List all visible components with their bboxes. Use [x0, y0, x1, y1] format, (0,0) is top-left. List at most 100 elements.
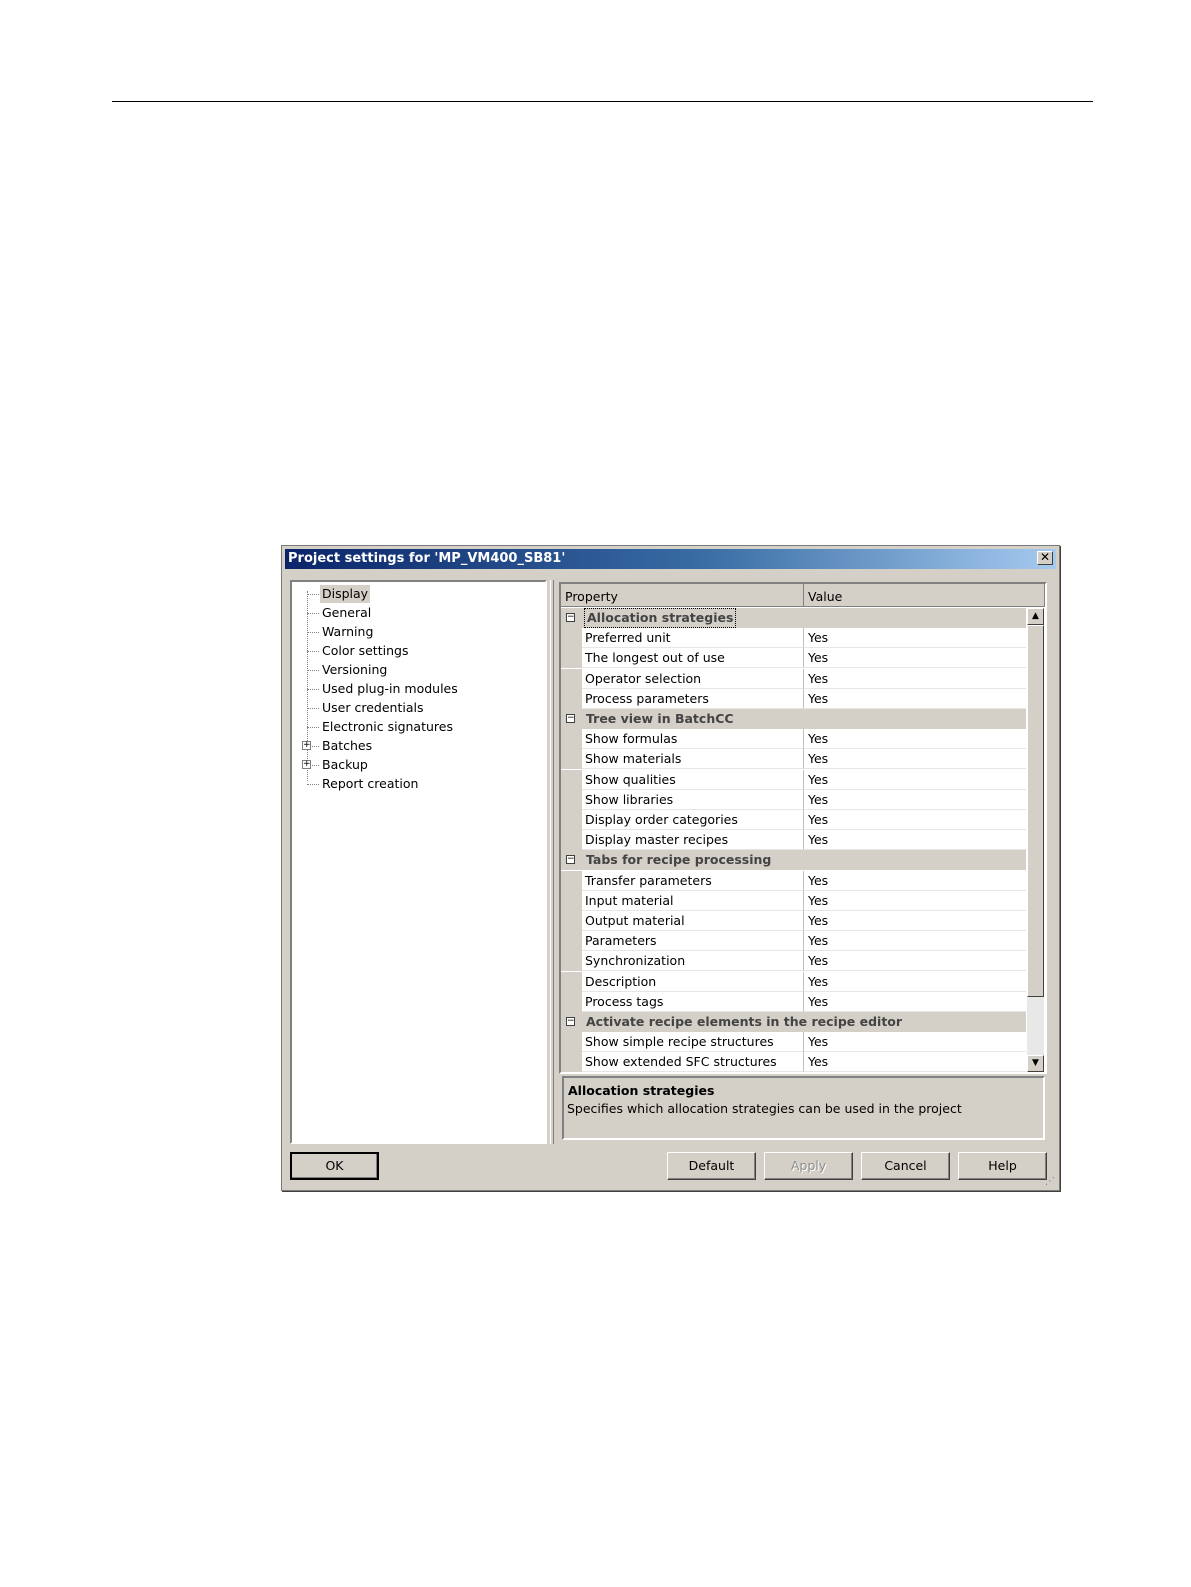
tree-item[interactable]: + Batches [292, 737, 542, 755]
settings-tree[interactable]: Display General Warning Color settings Versi… [290, 580, 547, 1144]
property-value[interactable]: Yes [804, 830, 1026, 851]
property-row[interactable]: Transfer parameters Yes [561, 870, 1026, 891]
property-row[interactable]: Operator selection Yes [561, 668, 1026, 689]
tree-item[interactable]: Display [292, 585, 542, 603]
property-value[interactable]: Yes [804, 1032, 1026, 1053]
tree-item[interactable]: + Backup [292, 756, 542, 774]
property-row[interactable]: Input material Yes [561, 890, 1026, 911]
column-header-value[interactable]: Value [804, 584, 1045, 607]
category-row[interactable]: − Allocation strategies [561, 608, 1026, 628]
project-settings-dialog: Project settings for 'MP_VM400_SB81' ✕ D… [281, 545, 1060, 1191]
row-gutter [561, 890, 582, 911]
property-name: The longest out of use [582, 648, 804, 669]
tree-item[interactable]: User credentials [292, 699, 542, 717]
property-row[interactable]: Show qualities Yes [561, 769, 1026, 790]
property-name: Transfer parameters [582, 870, 804, 891]
arrow-down-icon: ▼ [1032, 1058, 1039, 1068]
tree-item-label: Color settings [322, 643, 409, 658]
property-value[interactable]: Yes [804, 1052, 1026, 1072]
property-value[interactable]: Yes [804, 770, 1026, 790]
expand-plus-icon[interactable]: + [302, 760, 311, 769]
property-value[interactable]: Yes [804, 871, 1026, 891]
tree-item-label: Batches [322, 738, 373, 753]
property-value[interactable]: Yes [804, 669, 1026, 689]
property-row[interactable]: Preferred unit Yes [561, 628, 1026, 649]
tree-item[interactable]: Used plug-in modules [292, 680, 542, 698]
property-row[interactable]: Show simple recipe structures Yes [561, 1032, 1026, 1053]
tree-item[interactable]: Electronic signatures [292, 718, 542, 736]
property-row[interactable]: Show materials Yes [561, 749, 1026, 770]
ok-button[interactable]: OK [290, 1152, 379, 1180]
tree-item[interactable]: Report creation [292, 775, 542, 793]
expand-plus-icon[interactable]: + [302, 741, 311, 750]
help-button[interactable]: Help [958, 1152, 1047, 1180]
collapse-minus-icon[interactable]: − [566, 714, 575, 723]
property-grid[interactable]: Property Value − Allocation strategies Pre… [559, 582, 1047, 1074]
panel-splitter[interactable] [550, 580, 554, 1144]
scroll-thumb[interactable] [1027, 625, 1044, 997]
row-gutter [561, 951, 582, 972]
property-value[interactable]: Yes [804, 931, 1026, 952]
property-row[interactable]: Process parameters Yes [561, 688, 1026, 709]
tree-connector [307, 613, 319, 614]
property-value[interactable]: Yes [804, 689, 1026, 709]
collapse-minus-icon[interactable]: − [566, 1017, 575, 1026]
property-value[interactable]: Yes [804, 972, 1026, 992]
property-value[interactable]: Yes [804, 790, 1026, 810]
property-row[interactable]: The longest out of use Yes [561, 648, 1026, 669]
category-row[interactable]: − Activate recipe elements in the recipe … [561, 1012, 1026, 1032]
default-button[interactable]: Default [667, 1152, 756, 1180]
property-row[interactable]: Parameters Yes [561, 931, 1026, 952]
tree-item[interactable]: General [292, 604, 542, 622]
property-value[interactable]: Yes [804, 891, 1026, 911]
property-row[interactable]: Display master recipes Yes [561, 830, 1026, 851]
property-value[interactable]: Yes [804, 729, 1026, 750]
tree-connector [307, 651, 319, 652]
property-name: Display order categories [582, 810, 804, 830]
property-name: Preferred unit [582, 628, 804, 649]
tree-item[interactable]: Versioning [292, 661, 542, 679]
title-bar[interactable]: Project settings for 'MP_VM400_SB81' ✕ [285, 549, 1056, 569]
tree-item-label: Versioning [322, 662, 388, 677]
property-row[interactable]: Display order categories Yes [561, 810, 1026, 830]
tree-item-label: Electronic signatures [322, 719, 453, 734]
property-name: Description [582, 971, 804, 992]
property-row[interactable]: Show libraries Yes [561, 789, 1026, 810]
property-value[interactable]: Yes [804, 911, 1026, 931]
property-row[interactable]: Description Yes [561, 971, 1026, 992]
category-row[interactable]: − Tree view in BatchCC [561, 709, 1026, 729]
row-gutter [561, 729, 582, 750]
property-row[interactable]: Synchronization Yes [561, 951, 1026, 972]
tree-connector [307, 632, 319, 633]
property-row[interactable]: Show formulas Yes [561, 729, 1026, 750]
property-value[interactable]: Yes [804, 810, 1026, 830]
property-value[interactable]: Yes [804, 628, 1026, 649]
tree-item[interactable]: Color settings [292, 642, 542, 660]
tree-connector [307, 708, 319, 709]
grid-vertical-scrollbar[interactable]: ▲ ▼ [1027, 608, 1044, 1072]
resize-grip-icon[interactable]: ⋰ [1045, 1176, 1057, 1188]
tree-item[interactable]: Warning [292, 623, 542, 641]
tree-item-label: Backup [322, 757, 368, 772]
property-row[interactable]: Output material Yes [561, 911, 1026, 931]
property-name: Show formulas [582, 729, 804, 750]
property-value[interactable]: Yes [804, 992, 1026, 1012]
collapse-minus-icon[interactable]: − [566, 613, 575, 622]
row-gutter [561, 1032, 582, 1053]
apply-button[interactable]: Apply [764, 1152, 853, 1180]
property-row[interactable]: Show extended SFC structures Yes [561, 1052, 1026, 1072]
row-gutter [561, 911, 582, 931]
scroll-down-button[interactable]: ▼ [1027, 1055, 1044, 1072]
close-button[interactable]: ✕ [1037, 551, 1053, 565]
tree-item-label: User credentials [322, 700, 424, 715]
arrow-up-icon: ▲ [1032, 611, 1039, 621]
property-value[interactable]: Yes [804, 951, 1026, 972]
property-row[interactable]: Process tags Yes [561, 991, 1026, 1012]
cancel-button[interactable]: Cancel [861, 1152, 950, 1180]
column-header-property[interactable]: Property [561, 584, 804, 607]
property-value[interactable]: Yes [804, 648, 1026, 669]
category-row[interactable]: − Tabs for recipe processing [561, 850, 1026, 871]
scroll-up-button[interactable]: ▲ [1027, 608, 1044, 625]
collapse-minus-icon[interactable]: − [566, 855, 575, 865]
property-value[interactable]: Yes [804, 749, 1026, 770]
